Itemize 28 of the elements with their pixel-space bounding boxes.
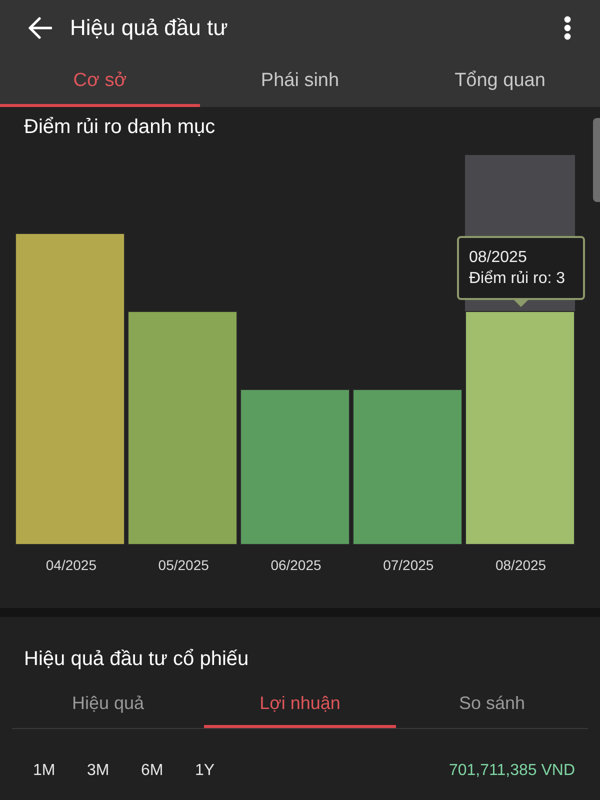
x-axis-label: 06/2025 [270,557,322,574]
chart-bar[interactable] [128,311,238,545]
more-vertical-icon [564,16,570,40]
sub-tab[interactable]: So sánh [396,684,588,728]
chart-bar[interactable] [352,389,462,545]
tooltip-value: Điểm rủi ro: 3 [469,269,566,289]
back-arrow-icon [28,16,52,38]
chart-bar[interactable] [240,389,350,545]
sub-tab[interactable]: Hiệu quả [12,684,204,728]
tab[interactable]: Phái sinh [200,55,400,107]
profit-value: 701,711,385 VND [448,761,575,781]
x-axis-label: 04/2025 [46,557,96,574]
x-axis-label: 08/2025 [495,557,546,574]
x-axis-label: 05/2025 [158,557,209,574]
tooltip-date: 08/2025 [469,248,527,268]
section-title: Điểm rủi ro danh mục [24,115,216,140]
section-title: Hiệu quả đầu tư cổ phiếu [24,647,249,672]
tab[interactable]: Tổng quan [400,55,600,107]
chart-bar[interactable] [465,311,575,545]
sub-tab[interactable]: Lợi nhuận [204,684,396,728]
period-button[interactable]: 3M [78,756,132,786]
scrollbar-thumb[interactable] [593,118,600,202]
x-axis-label: 07/2025 [383,557,434,574]
page-title: Hiệu quả đầu tư [70,14,228,42]
period-button[interactable]: 1Y [186,756,240,786]
period-button[interactable]: 6M [132,756,186,786]
chart-bar[interactable] [15,233,125,545]
period-button[interactable]: 1M [24,756,78,786]
